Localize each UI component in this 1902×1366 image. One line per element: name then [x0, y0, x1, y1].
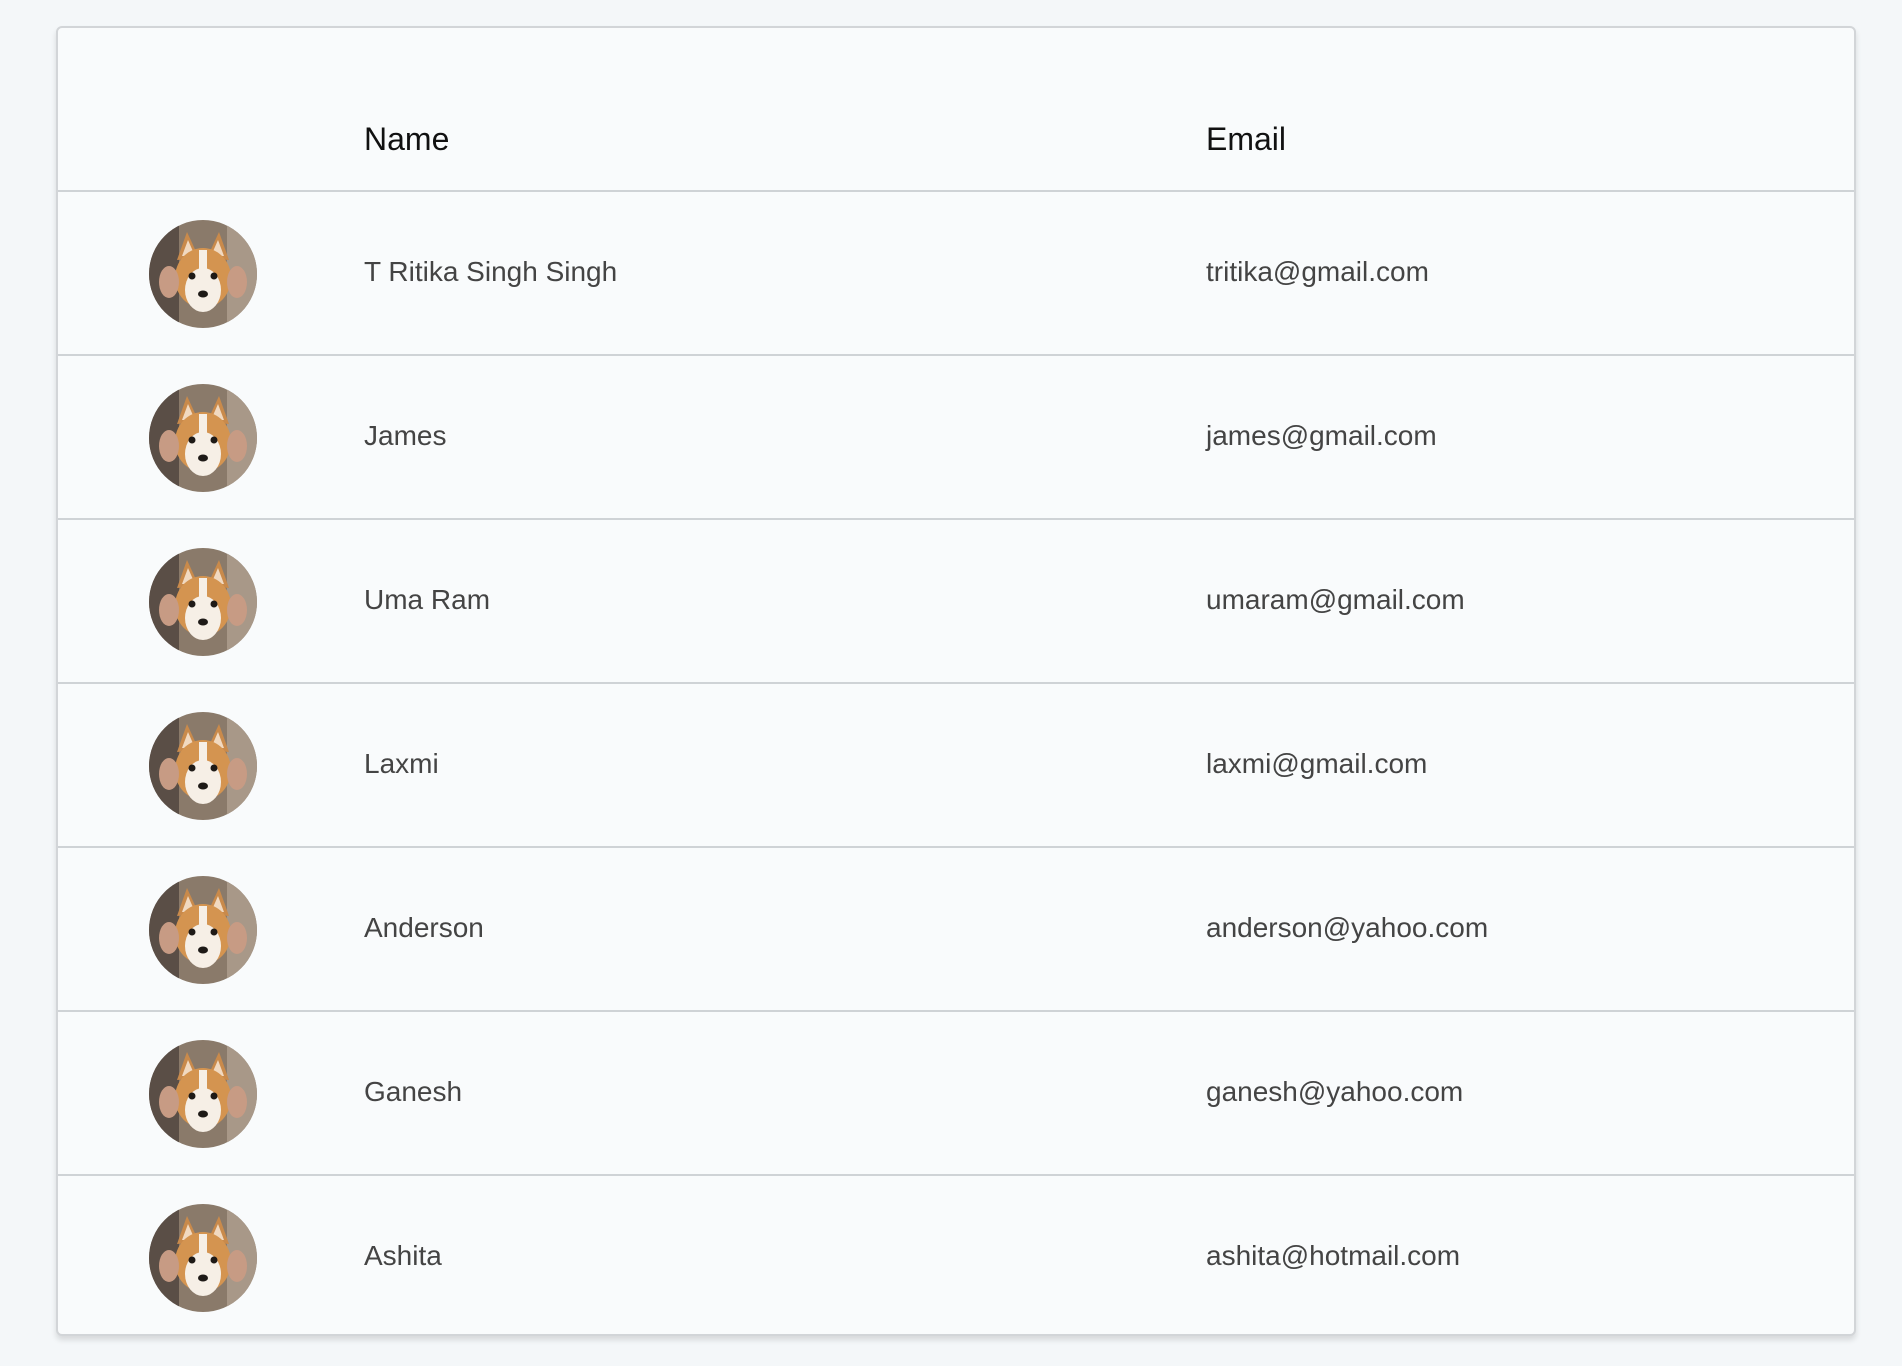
cell-name: Ganesh — [364, 1076, 463, 1107]
cell-email: laxmi@gmail.com — [1206, 748, 1428, 779]
users-table-card: Name Email T Ritika Singh Singh tritika@… — [56, 26, 1856, 1336]
corgi-photo-avatar-icon — [149, 1204, 257, 1312]
cell-email: ashita@hotmail.com — [1206, 1240, 1461, 1271]
cell-name: Ashita — [364, 1240, 442, 1271]
table-header-row: Name Email — [58, 28, 1854, 192]
corgi-photo-avatar-icon — [149, 876, 257, 984]
table-row[interactable]: Laxmi laxmi@gmail.com — [58, 684, 1854, 848]
cell-name: T Ritika Singh Singh — [364, 256, 618, 287]
table-row[interactable]: T Ritika Singh Singh tritika@gmail.com — [58, 192, 1854, 356]
cell-email: umaram@gmail.com — [1206, 584, 1465, 615]
cell-email: ganesh@yahoo.com — [1206, 1076, 1464, 1107]
cell-name: Laxmi — [364, 748, 439, 779]
corgi-photo-avatar-icon — [149, 1040, 257, 1148]
corgi-photo-avatar-icon — [149, 384, 257, 492]
cell-name: James — [364, 420, 447, 451]
cell-email: james@gmail.com — [1206, 420, 1437, 451]
avatar — [149, 876, 257, 984]
table-row[interactable]: Uma Ram umaram@gmail.com — [58, 520, 1854, 684]
table-row[interactable]: James james@gmail.com — [58, 356, 1854, 520]
cell-email: tritika@gmail.com — [1206, 256, 1429, 287]
table-row[interactable]: Ganesh ganesh@yahoo.com — [58, 1012, 1854, 1176]
table-body: T Ritika Singh Singh tritika@gmail.com J… — [58, 192, 1854, 1334]
avatar — [149, 548, 257, 656]
avatar — [149, 1204, 257, 1312]
corgi-photo-avatar-icon — [149, 548, 257, 656]
avatar — [149, 712, 257, 820]
corgi-photo-avatar-icon — [149, 220, 257, 328]
avatar — [149, 220, 257, 328]
column-header-email[interactable]: Email — [1206, 119, 1286, 159]
corgi-photo-avatar-icon — [149, 712, 257, 820]
cell-name: Anderson — [364, 912, 484, 943]
table-row[interactable]: Anderson anderson@yahoo.com — [58, 848, 1854, 1012]
cell-email: anderson@yahoo.com — [1206, 912, 1489, 943]
avatar — [149, 1040, 257, 1148]
cell-name: Uma Ram — [364, 584, 491, 615]
table-row[interactable]: Ashita ashita@hotmail.com — [58, 1176, 1854, 1334]
column-header-name[interactable]: Name — [364, 119, 449, 159]
avatar — [149, 384, 257, 492]
